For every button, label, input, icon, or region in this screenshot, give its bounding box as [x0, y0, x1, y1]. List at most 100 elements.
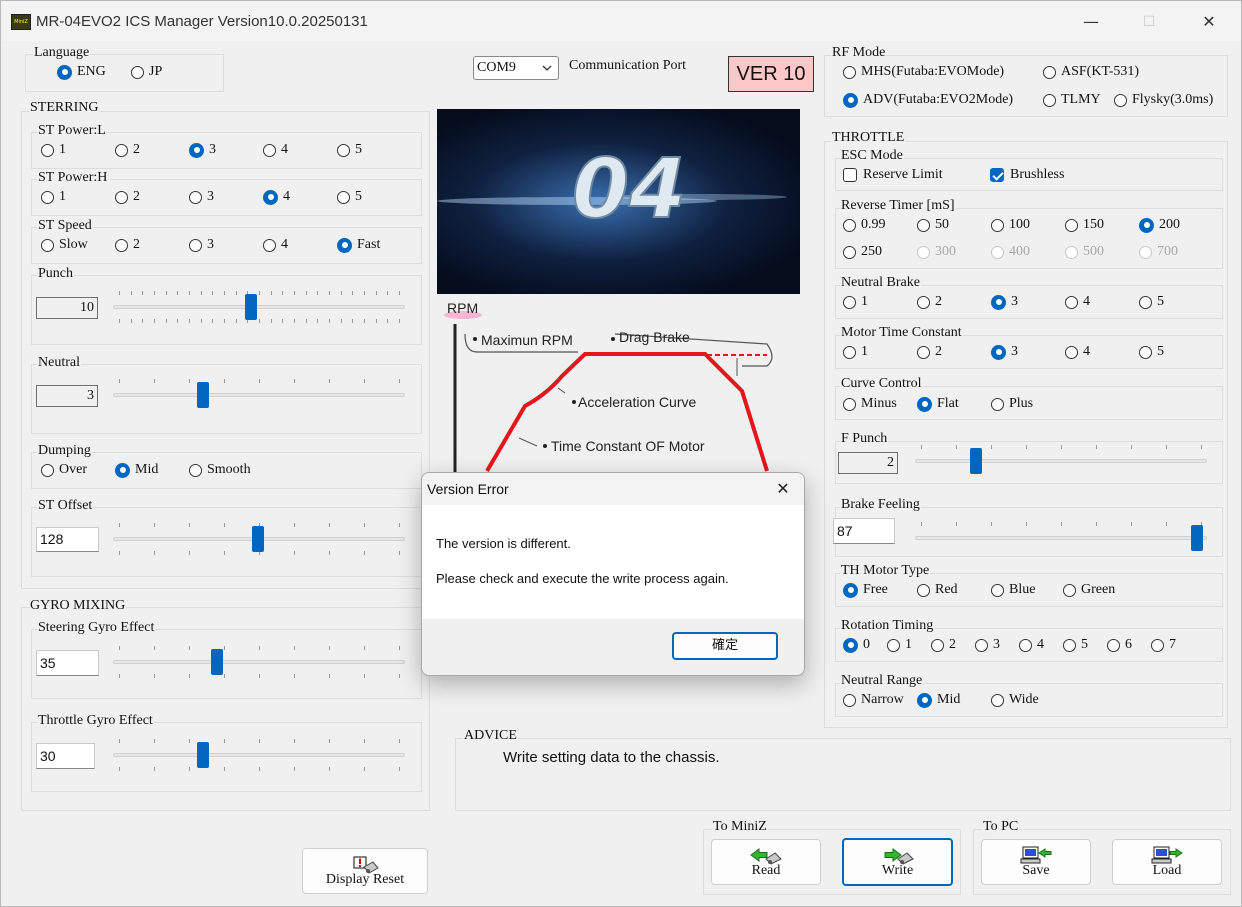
st-power-h-radio-4[interactable]: 4	[263, 188, 290, 206]
f-punch-slider-track[interactable]	[915, 459, 1207, 463]
dumping-radio-mid[interactable]: Mid	[115, 461, 158, 479]
st-offset-input[interactable]: 128	[36, 527, 99, 552]
brake-feeling-slider-thumb[interactable]	[1191, 525, 1203, 551]
read-button[interactable]: Read	[711, 839, 821, 885]
st-power-h-radio-3[interactable]: 3	[189, 188, 214, 206]
rotation-timing-radio-0[interactable]: 0	[843, 636, 870, 654]
display-reset-button[interactable]: Display Reset	[302, 848, 428, 894]
brushless-checkbox[interactable]: Brushless	[990, 166, 1064, 184]
dumping-radio-over[interactable]: Over	[41, 461, 87, 479]
reserve-limit-checkbox[interactable]: Reserve Limit	[843, 166, 943, 184]
rf-adv-radio[interactable]: ADV(Futaba:EVO2Mode)	[843, 91, 1013, 109]
f-punch-value[interactable]: 2	[838, 452, 898, 474]
st-power-l-radio-3[interactable]: 3	[189, 141, 216, 159]
neutral-brake-radio-3[interactable]: 3	[991, 293, 1018, 311]
write-button[interactable]: Write	[842, 838, 953, 886]
th-motor-type-radio-free[interactable]: Free	[843, 581, 888, 599]
reverse-timer-radio-50[interactable]: 50	[917, 216, 949, 234]
reverse-timer-radio-200[interactable]: 200	[1139, 216, 1180, 234]
motor-time-constant-radio-3[interactable]: 3	[991, 343, 1018, 361]
motor-time-constant-radio-1[interactable]: 1	[843, 343, 868, 361]
st-power-h-radio-2[interactable]: 2	[115, 188, 140, 206]
curve-control-radio-minus[interactable]: Minus	[843, 395, 897, 413]
st-speed-radio-2[interactable]: 2	[115, 236, 140, 254]
maximize-button[interactable]: ☐	[1129, 9, 1169, 35]
curve-control-radio-plus[interactable]: Plus	[991, 395, 1033, 413]
rf-tlmy-radio[interactable]: TLMY	[1043, 91, 1101, 109]
close-button[interactable]: ✕	[1189, 9, 1229, 35]
st-speed-radio-slow[interactable]: Slow	[41, 236, 88, 254]
neutral-range-radio-wide[interactable]: Wide	[991, 691, 1039, 709]
radio-circle	[917, 345, 930, 359]
neutral-range-radio-mid[interactable]: Mid	[917, 691, 960, 709]
minimize-button[interactable]: —	[1071, 9, 1111, 35]
st-power-h-radio-1[interactable]: 1	[41, 188, 66, 206]
neutral-value[interactable]: 3	[36, 385, 98, 407]
punch-slider-track[interactable]	[113, 305, 405, 309]
rf-mhs-radio[interactable]: MHS(Futaba:EVOMode)	[843, 63, 1004, 81]
st-power-l-radio-1[interactable]: 1	[41, 141, 66, 159]
f-punch-slider-thumb[interactable]	[970, 448, 982, 474]
reverse-timer-radio-500[interactable]: 500	[1065, 243, 1104, 261]
st-speed-radio-3[interactable]: 3	[189, 236, 214, 254]
steering-gyro-input[interactable]: 35	[36, 650, 99, 676]
motor-time-constant-radio-4[interactable]: 4	[1065, 343, 1090, 361]
st-offset-slider-thumb[interactable]	[252, 526, 264, 552]
neutral-brake-radio-1[interactable]: 1	[843, 293, 868, 311]
rotation-timing-radio-4[interactable]: 4	[1019, 636, 1044, 654]
throttle-gyro-slider-thumb[interactable]	[197, 742, 209, 768]
motor-time-constant-radio-5[interactable]: 5	[1139, 343, 1164, 361]
dialog-close-icon[interactable]: ✕	[768, 476, 798, 502]
reverse-timer-radio-300[interactable]: 300	[917, 243, 956, 261]
rotation-timing-radio-7[interactable]: 7	[1151, 636, 1176, 654]
rf-asf-radio[interactable]: ASF(KT-531)	[1043, 63, 1139, 81]
brake-feeling-slider-track[interactable]	[915, 536, 1207, 540]
language-eng-radio[interactable]: ENG	[57, 63, 106, 81]
neutral-brake-radio-5[interactable]: 5	[1139, 293, 1164, 311]
th-motor-type-radio-red[interactable]: Red	[917, 581, 958, 599]
reverse-timer-radio-0-99[interactable]: 0.99	[843, 216, 886, 234]
slider-tick	[305, 291, 307, 295]
rotation-timing-radio-6[interactable]: 6	[1107, 636, 1132, 654]
radio-label: 3	[1011, 344, 1018, 359]
com-port-select[interactable]: COM9	[473, 56, 559, 80]
rotation-timing-radio-1[interactable]: 1	[887, 636, 912, 654]
st-speed-radio-fast[interactable]: Fast	[337, 236, 380, 254]
punch-slider-thumb[interactable]	[245, 294, 257, 320]
curve-control-radio-flat[interactable]: Flat	[917, 395, 959, 413]
steering-gyro-slider-track[interactable]	[113, 660, 405, 664]
brake-feeling-input[interactable]: 87	[833, 518, 895, 544]
st-power-l-radio-5[interactable]: 5	[337, 141, 362, 159]
reverse-timer-radio-250[interactable]: 250	[843, 243, 882, 261]
reverse-timer-radio-700[interactable]: 700	[1139, 243, 1178, 261]
th-motor-type-radio-blue[interactable]: Blue	[991, 581, 1035, 599]
st-speed-radio-4[interactable]: 4	[263, 236, 288, 254]
reverse-timer-radio-400[interactable]: 400	[991, 243, 1030, 261]
neutral-slider-thumb[interactable]	[197, 382, 209, 408]
rotation-timing-radio-3[interactable]: 3	[975, 636, 1000, 654]
save-button[interactable]: Save	[981, 839, 1091, 885]
dumping-radio-smooth[interactable]: Smooth	[189, 461, 251, 479]
neutral-range-radio-narrow[interactable]: Narrow	[843, 691, 904, 709]
language-jp-radio[interactable]: JP	[131, 63, 162, 81]
throttle-gyro-input[interactable]: 30	[36, 743, 95, 769]
st-power-l-radio-2[interactable]: 2	[115, 141, 140, 159]
throttle-gyro-slider-track[interactable]	[113, 753, 405, 757]
neutral-brake-radio-2[interactable]: 2	[917, 293, 942, 311]
motor-time-constant-radio-2[interactable]: 2	[917, 343, 942, 361]
load-button[interactable]: Load	[1112, 839, 1222, 885]
rf-flysky-radio[interactable]: Flysky(3.0ms)	[1114, 91, 1213, 109]
reverse-timer-radio-150[interactable]: 150	[1065, 216, 1104, 234]
rotation-timing-radio-2[interactable]: 2	[931, 636, 956, 654]
st-power-l-radio-4[interactable]: 4	[263, 141, 288, 159]
reverse-timer-radio-100[interactable]: 100	[991, 216, 1030, 234]
neutral-brake-radio-4[interactable]: 4	[1065, 293, 1090, 311]
steering-gyro-slider-thumb[interactable]	[211, 649, 223, 675]
rotation-timing-radio-5[interactable]: 5	[1063, 636, 1088, 654]
st-power-h-radio-5[interactable]: 5	[337, 188, 362, 206]
th-motor-type-radio-green[interactable]: Green	[1063, 581, 1115, 599]
radio-label: 1	[861, 344, 868, 359]
dialog-ok-button[interactable]: 確定	[672, 632, 778, 660]
punch-value[interactable]: 10	[36, 297, 98, 319]
neutral-slider-track[interactable]	[113, 393, 405, 397]
